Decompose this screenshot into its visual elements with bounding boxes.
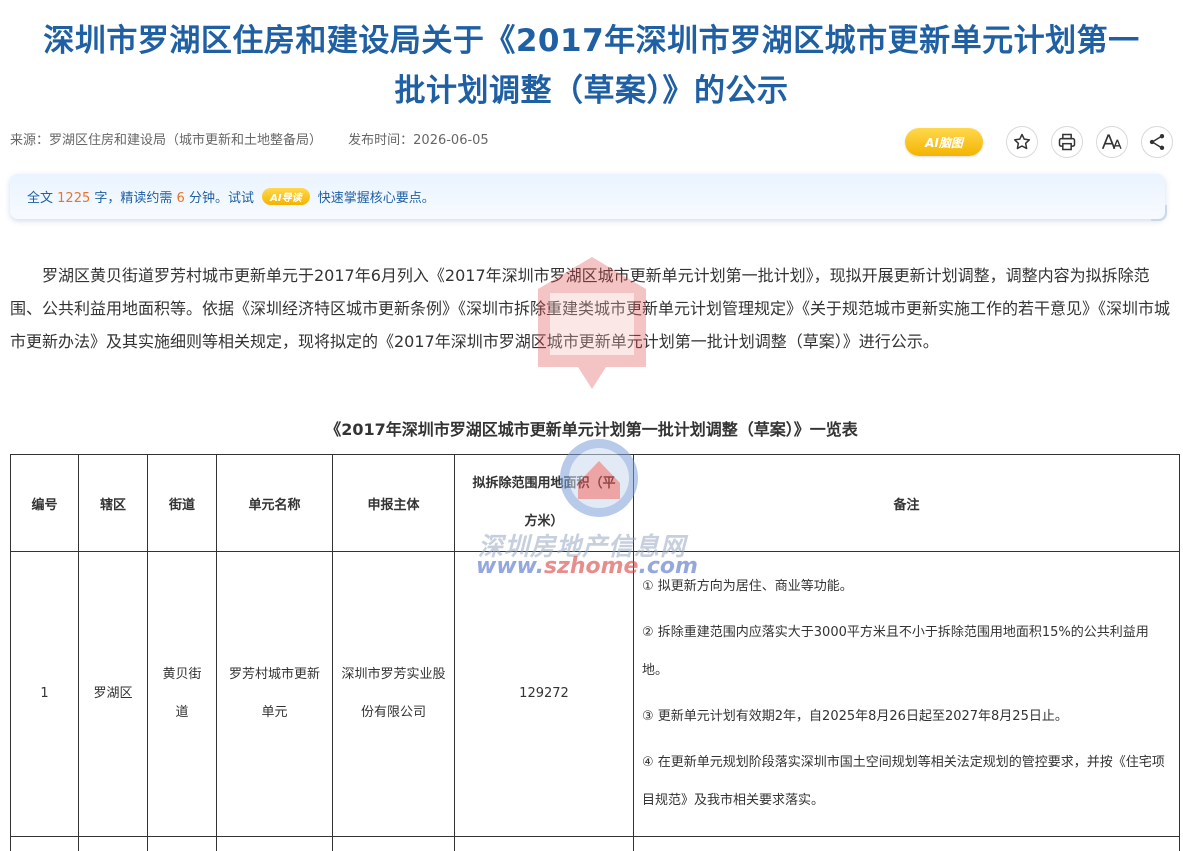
article-title: 深圳市罗湖区住房和建设局关于《2017年深圳市罗湖区城市更新单元计划第一 批计划… (10, 16, 1173, 116)
summary-prefix: 全文 (27, 191, 53, 206)
table-row: 1 罗湖区 黄贝街道 罗芳村城市更新单元 深圳市罗芳实业股份有限公司 12927… (11, 552, 1180, 837)
remark-item-3: ③ 更新单元计划有效期2年，自2025年8月26日起至2027年8月25日止。 (642, 698, 1171, 736)
summary-minutes: 6 (177, 191, 185, 206)
cell-unit-name: 罗芳村城市更新单元 (217, 552, 333, 837)
ai-mindmap-label: AI脑图 (925, 134, 963, 151)
summary-suffix: 快速掌握核心要点。 (318, 191, 435, 206)
print-icon (1057, 132, 1077, 152)
header-cell-remarks: 备注 (634, 455, 1180, 552)
watermark-url-prefix: www. (476, 554, 544, 579)
article-title-line1: 深圳市罗湖区住房和建设局关于《2017年深圳市罗湖区城市更新单元计划第一 (10, 16, 1173, 66)
summary-mid2: 分钟。试试 (189, 191, 254, 206)
ai-summary-bar: 全文 1225 字，精读约需 6 分钟。试试 AI导读 快速掌握核心要点。 (10, 174, 1165, 219)
header-cell-unit-name: 单元名称 (217, 455, 333, 552)
article-toolbar: AI脑图 (905, 127, 1173, 157)
cell-area: 129272 (455, 552, 634, 837)
header-cell-street: 街道 (148, 455, 217, 552)
ai-mindmap-button[interactable]: AI脑图 (905, 128, 983, 156)
watermark-url-suffix: .com (638, 554, 697, 579)
share-icon (1147, 132, 1167, 152)
cell-street: 黄贝街道 (148, 552, 217, 837)
cell-district: 罗湖区 (79, 552, 148, 837)
header-cell-district: 辖区 (79, 455, 148, 552)
remark-item-4: ④ 在更新单元规划阶段落实深圳市国土空间规划等相关法定规划的管控要求，并按《住宅… (642, 744, 1171, 820)
font-size-icon (1101, 132, 1123, 152)
table-row-partial (11, 837, 1180, 851)
font-size-button[interactable] (1096, 126, 1128, 158)
article-meta: 来源：罗湖区住房和建设局（城市更新和土地整备局） 发布时间：2026-06-05 (10, 129, 489, 148)
remark-item-2: ② 拆除重建范围内应落实大于3000平方米且不小于拆除范围用地面积15%的公共利… (642, 614, 1171, 690)
watermark-url-domain: szhome (544, 554, 639, 579)
share-button[interactable] (1141, 126, 1173, 158)
watermark-house-logo (536, 255, 648, 389)
cell-applicant: 深圳市罗芳实业股份有限公司 (333, 552, 455, 837)
article-title-line2: 批计划调整（草案）》的公示 (10, 66, 1173, 116)
remark-item-1: ① 拟更新方向为居住、商业等功能。 (642, 568, 1171, 606)
article-source: 来源：罗湖区住房和建设局（城市更新和土地整备局） (10, 133, 322, 148)
summary-mid1: 字，精读约需 (94, 191, 172, 206)
print-button[interactable] (1051, 126, 1083, 158)
favorite-button[interactable] (1006, 126, 1038, 158)
header-cell-applicant: 申报主体 (333, 455, 455, 552)
cell-no: 1 (11, 552, 79, 837)
article-publish-time: 发布时间：2026-06-05 (348, 133, 489, 148)
watermark-circle-logo (558, 437, 640, 519)
ai-guide-button[interactable]: AI导读 (262, 188, 309, 205)
star-icon (1012, 132, 1032, 152)
header-cell-no: 编号 (11, 455, 79, 552)
cell-remarks: ① 拟更新方向为居住、商业等功能。 ② 拆除重建范围内应落实大于3000平方米且… (634, 552, 1180, 837)
summary-word-count: 1225 (57, 191, 90, 206)
watermark-url: www.szhome.com (476, 554, 698, 579)
summary-corner-decoration (1151, 205, 1167, 221)
